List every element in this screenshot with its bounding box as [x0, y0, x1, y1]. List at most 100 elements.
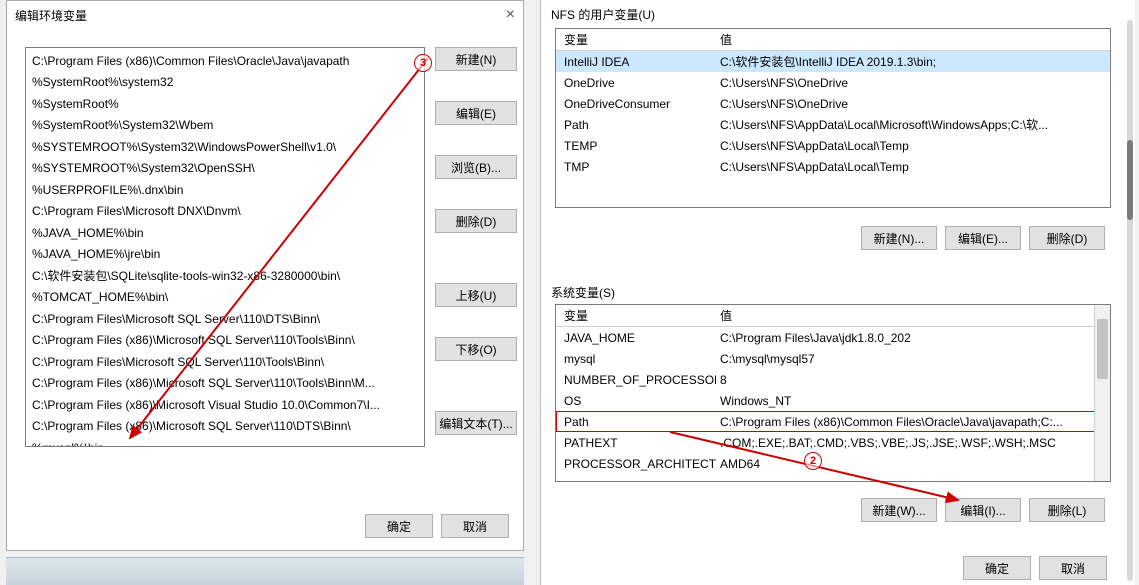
var-value: C:\软件安装包\IntelliJ IDEA 2019.1.3\bin; — [716, 53, 1110, 70]
var-name: OneDrive — [556, 76, 716, 90]
var-name: PROCESSOR_ARCHITECT... — [556, 457, 716, 471]
dialog-title: 编辑环境变量 — [15, 7, 87, 24]
var-value: C:\Program Files (x86)\Common Files\Orac… — [716, 415, 1110, 429]
var-value: .COM;.EXE;.BAT;.CMD;.VBS;.VBE;.JS;.JSE;.… — [716, 436, 1110, 450]
var-value: C:\Users\NFS\OneDrive — [716, 76, 1110, 90]
path-entry[interactable]: %USERPROFILE%\.dnx\bin — [26, 179, 424, 201]
ok-button[interactable]: 确定 — [365, 514, 433, 538]
table-row[interactable]: OSWindows_NT — [556, 390, 1110, 411]
system-vars-label: 系统变量(S) — [551, 284, 615, 301]
annotation-circle-3: 3 — [414, 54, 432, 72]
move-up-button[interactable]: 上移(U) — [435, 283, 517, 307]
edit-env-var-dialog: 编辑环境变量 × C:\Program Files (x86)\Common F… — [6, 0, 524, 551]
path-entry[interactable]: C:\Program Files\Microsoft SQL Server\11… — [26, 308, 424, 330]
path-entry[interactable]: C:\Program Files (x86)\Common Files\Orac… — [26, 50, 424, 72]
table-header: 变量 值 — [556, 29, 1110, 51]
user-vars-buttons: 新建(N)... 编辑(E)... 删除(D) — [861, 226, 1105, 250]
scrollbar[interactable] — [1094, 305, 1110, 481]
var-name: PATHEXT — [556, 436, 716, 450]
path-entry[interactable]: %SYSTEMROOT%\System32\WindowsPowerShell\… — [26, 136, 424, 158]
taskbar-strip — [6, 557, 524, 585]
new-user-var-button[interactable]: 新建(N)... — [861, 226, 937, 250]
col-value: 值 — [716, 307, 1110, 324]
col-variable: 变量 — [556, 31, 716, 48]
table-row[interactable]: NUMBER_OF_PROCESSORS8 — [556, 369, 1110, 390]
path-entry[interactable]: %SystemRoot%\System32\Wbem — [26, 115, 424, 137]
path-list[interactable]: C:\Program Files (x86)\Common Files\Orac… — [25, 47, 425, 447]
side-buttons: 新建(N) 编辑(E) 浏览(B)... 删除(D) 上移(U) 下移(O) 编… — [435, 47, 517, 435]
user-vars-table[interactable]: 变量 值 IntelliJ IDEAC:\软件安装包\IntelliJ IDEA… — [555, 28, 1111, 208]
col-variable: 变量 — [556, 307, 716, 324]
path-entry[interactable]: %SYSTEMROOT%\System32\OpenSSH\ — [26, 158, 424, 180]
table-row[interactable]: OneDriveC:\Users\NFS\OneDrive — [556, 72, 1110, 93]
path-entry[interactable]: C:\Program Files (x86)\Microsoft SQL Ser… — [26, 373, 424, 395]
var-name: IntelliJ IDEA — [556, 55, 716, 69]
table-row[interactable]: IntelliJ IDEAC:\软件安装包\IntelliJ IDEA 2019… — [556, 51, 1110, 72]
path-entry[interactable]: C:\Program Files (x86)\Microsoft SQL Ser… — [26, 330, 424, 352]
table-row[interactable]: OneDriveConsumerC:\Users\NFS\OneDrive — [556, 93, 1110, 114]
path-entry[interactable]: %SystemRoot% — [26, 93, 424, 115]
var-value: C:\Users\NFS\AppData\Local\Temp — [716, 139, 1110, 153]
path-entry[interactable]: %TOMCAT_HOME%\bin\ — [26, 287, 424, 309]
browse-button[interactable]: 浏览(B)... — [435, 155, 517, 179]
new-sys-var-button[interactable]: 新建(W)... — [861, 498, 937, 522]
col-value: 值 — [716, 31, 1110, 48]
env-bottom-buttons: 确定 取消 — [963, 556, 1107, 580]
system-vars-table[interactable]: 变量 值 JAVA_HOMEC:\Program Files\Java\jdk1… — [555, 304, 1111, 482]
edit-user-var-button[interactable]: 编辑(E)... — [945, 226, 1021, 250]
table-header: 变量 值 — [556, 305, 1110, 327]
dialog-bottom-buttons: 确定 取消 — [365, 514, 509, 538]
move-down-button[interactable]: 下移(O) — [435, 337, 517, 361]
var-value: C:\Users\NFS\OneDrive — [716, 97, 1110, 111]
new-button[interactable]: 新建(N) — [435, 47, 517, 71]
table-row[interactable]: PathC:\Users\NFS\AppData\Local\Microsoft… — [556, 114, 1110, 135]
var-name: Path — [556, 415, 716, 429]
table-row[interactable]: JAVA_HOMEC:\Program Files\Java\jdk1.8.0_… — [556, 327, 1110, 348]
path-entry[interactable]: %mysql%\bin — [26, 437, 424, 447]
path-entry[interactable]: C:\Program Files\Microsoft SQL Server\11… — [26, 351, 424, 373]
path-entry[interactable]: C:\软件安装包\SQLite\sqlite-tools-win32-x86-3… — [26, 265, 424, 287]
table-row[interactable]: PathC:\Program Files (x86)\Common Files\… — [556, 411, 1110, 432]
env-vars-panel: NFS 的用户变量(U) 变量 值 IntelliJ IDEAC:\软件安装包\… — [540, 0, 1135, 585]
env-cancel-button[interactable]: 取消 — [1039, 556, 1107, 580]
table-row[interactable]: TMPC:\Users\NFS\AppData\Local\Temp — [556, 156, 1110, 177]
var-name: mysql — [556, 352, 716, 366]
titlebar: 编辑环境变量 × — [7, 1, 523, 29]
var-value: C:\Users\NFS\AppData\Local\Temp — [716, 160, 1110, 174]
delete-user-var-button[interactable]: 删除(D) — [1029, 226, 1105, 250]
path-entry[interactable]: %SystemRoot%\system32 — [26, 72, 424, 94]
scrollbar[interactable] — [1127, 20, 1133, 581]
delete-button[interactable]: 删除(D) — [435, 209, 517, 233]
var-value: Windows_NT — [716, 394, 1110, 408]
edit-sys-var-button[interactable]: 编辑(I)... — [945, 498, 1021, 522]
cancel-button[interactable]: 取消 — [441, 514, 509, 538]
path-entry[interactable]: C:\Program Files (x86)\Microsoft Visual … — [26, 394, 424, 416]
annotation-circle-2: 2 — [804, 452, 822, 470]
path-entry[interactable]: %JAVA_HOME%\bin — [26, 222, 424, 244]
edit-text-button[interactable]: 编辑文本(T)... — [435, 411, 517, 435]
var-value: C:\Program Files\Java\jdk1.8.0_202 — [716, 331, 1110, 345]
close-icon[interactable]: × — [506, 7, 515, 23]
var-value: C:\mysql\mysql57 — [716, 352, 1110, 366]
env-ok-button[interactable]: 确定 — [963, 556, 1031, 580]
user-vars-label: NFS 的用户变量(U) — [551, 6, 655, 23]
system-vars-buttons: 新建(W)... 编辑(I)... 删除(L) — [861, 498, 1105, 522]
table-row[interactable]: PROCESSOR_ARCHITECT...AMD64 — [556, 453, 1110, 474]
delete-sys-var-button[interactable]: 删除(L) — [1029, 498, 1105, 522]
table-row[interactable]: TEMPC:\Users\NFS\AppData\Local\Temp — [556, 135, 1110, 156]
path-entry[interactable]: C:\Program Files (x86)\Microsoft SQL Ser… — [26, 416, 424, 438]
var-name: OS — [556, 394, 716, 408]
var-value: AMD64 — [716, 457, 1110, 471]
var-value: 8 — [716, 373, 1110, 387]
edit-button[interactable]: 编辑(E) — [435, 101, 517, 125]
var-name: JAVA_HOME — [556, 331, 716, 345]
path-entry[interactable]: C:\Program Files\Microsoft DNX\Dnvm\ — [26, 201, 424, 223]
path-entry[interactable]: %JAVA_HOME%\jre\bin — [26, 244, 424, 266]
var-name: TEMP — [556, 139, 716, 153]
var-name: NUMBER_OF_PROCESSORS — [556, 373, 716, 387]
var-name: Path — [556, 118, 716, 132]
var-name: OneDriveConsumer — [556, 97, 716, 111]
var-value: C:\Users\NFS\AppData\Local\Microsoft\Win… — [716, 116, 1110, 133]
table-row[interactable]: mysqlC:\mysql\mysql57 — [556, 348, 1110, 369]
table-row[interactable]: PATHEXT.COM;.EXE;.BAT;.CMD;.VBS;.VBE;.JS… — [556, 432, 1110, 453]
